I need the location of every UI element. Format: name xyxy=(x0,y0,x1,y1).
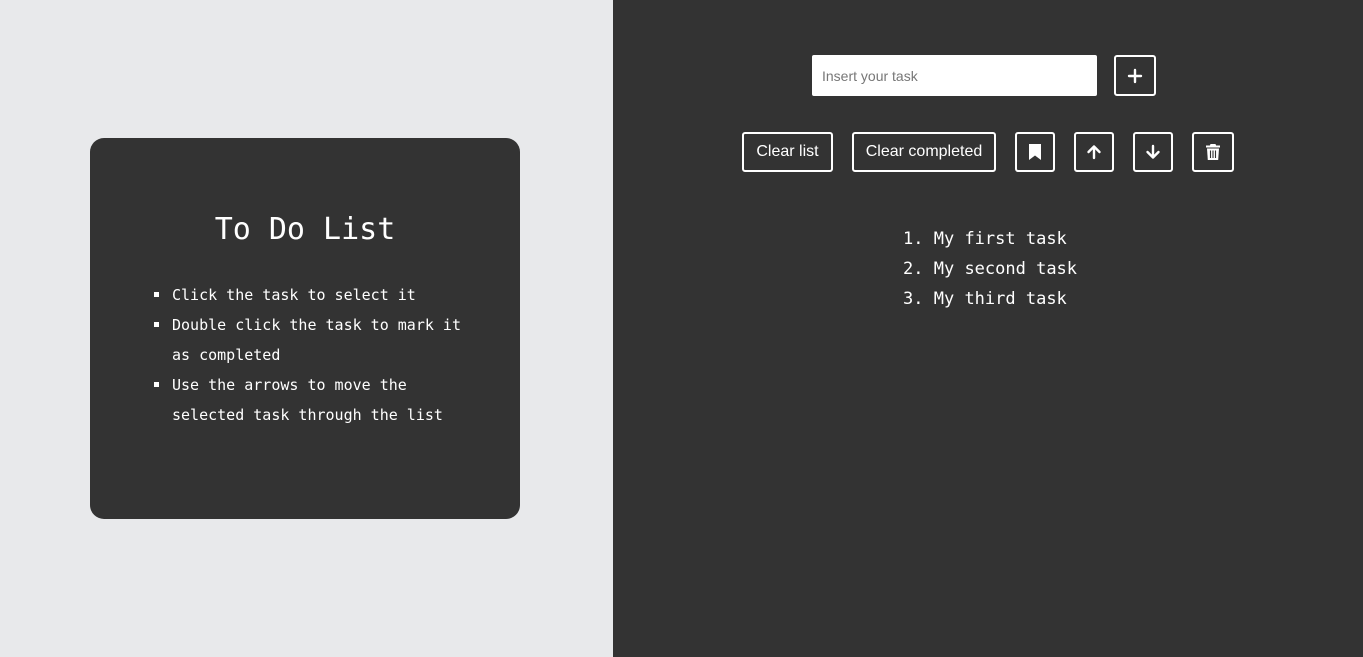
move-up-button[interactable] xyxy=(1074,132,1114,172)
trash-icon xyxy=(1206,144,1220,160)
instruction-item: Click the task to select it xyxy=(154,280,464,310)
bookmark-icon xyxy=(1029,144,1041,160)
delete-task-button[interactable] xyxy=(1192,132,1234,172)
task-number: 3. xyxy=(903,289,924,309)
add-task-button[interactable] xyxy=(1114,55,1156,96)
task-item[interactable]: 1. My first task xyxy=(903,224,1077,254)
move-down-button[interactable] xyxy=(1133,132,1173,172)
task-list: 1. My first task 2. My second task 3. My… xyxy=(903,224,1077,314)
arrow-up-icon xyxy=(1087,145,1101,160)
app-title: To Do List xyxy=(214,212,396,247)
mark-completed-button[interactable] xyxy=(1015,132,1055,172)
task-text: My first task xyxy=(933,229,1067,249)
instruction-item: Double click the task to mark it as comp… xyxy=(154,310,464,370)
task-text: My third task xyxy=(933,289,1067,309)
task-number: 1. xyxy=(903,229,924,249)
plus-icon xyxy=(1127,68,1143,83)
task-pane: Clear list Clear completed 1. My first t… xyxy=(613,0,1363,657)
instructions-list: Click the task to select it Double click… xyxy=(154,280,464,430)
task-item[interactable]: 2. My second task xyxy=(903,254,1077,284)
task-text: My second task xyxy=(933,259,1078,279)
clear-list-button[interactable]: Clear list xyxy=(742,132,833,172)
instruction-item: Use the arrows to move the selected task… xyxy=(154,370,464,430)
instructions-pane: To Do List Click the task to select it D… xyxy=(0,0,613,657)
clear-completed-button[interactable]: Clear completed xyxy=(852,132,996,172)
task-input[interactable] xyxy=(812,55,1097,96)
task-item[interactable]: 3. My third task xyxy=(903,284,1077,314)
arrow-down-icon xyxy=(1146,144,1160,159)
task-number: 2. xyxy=(903,259,924,279)
